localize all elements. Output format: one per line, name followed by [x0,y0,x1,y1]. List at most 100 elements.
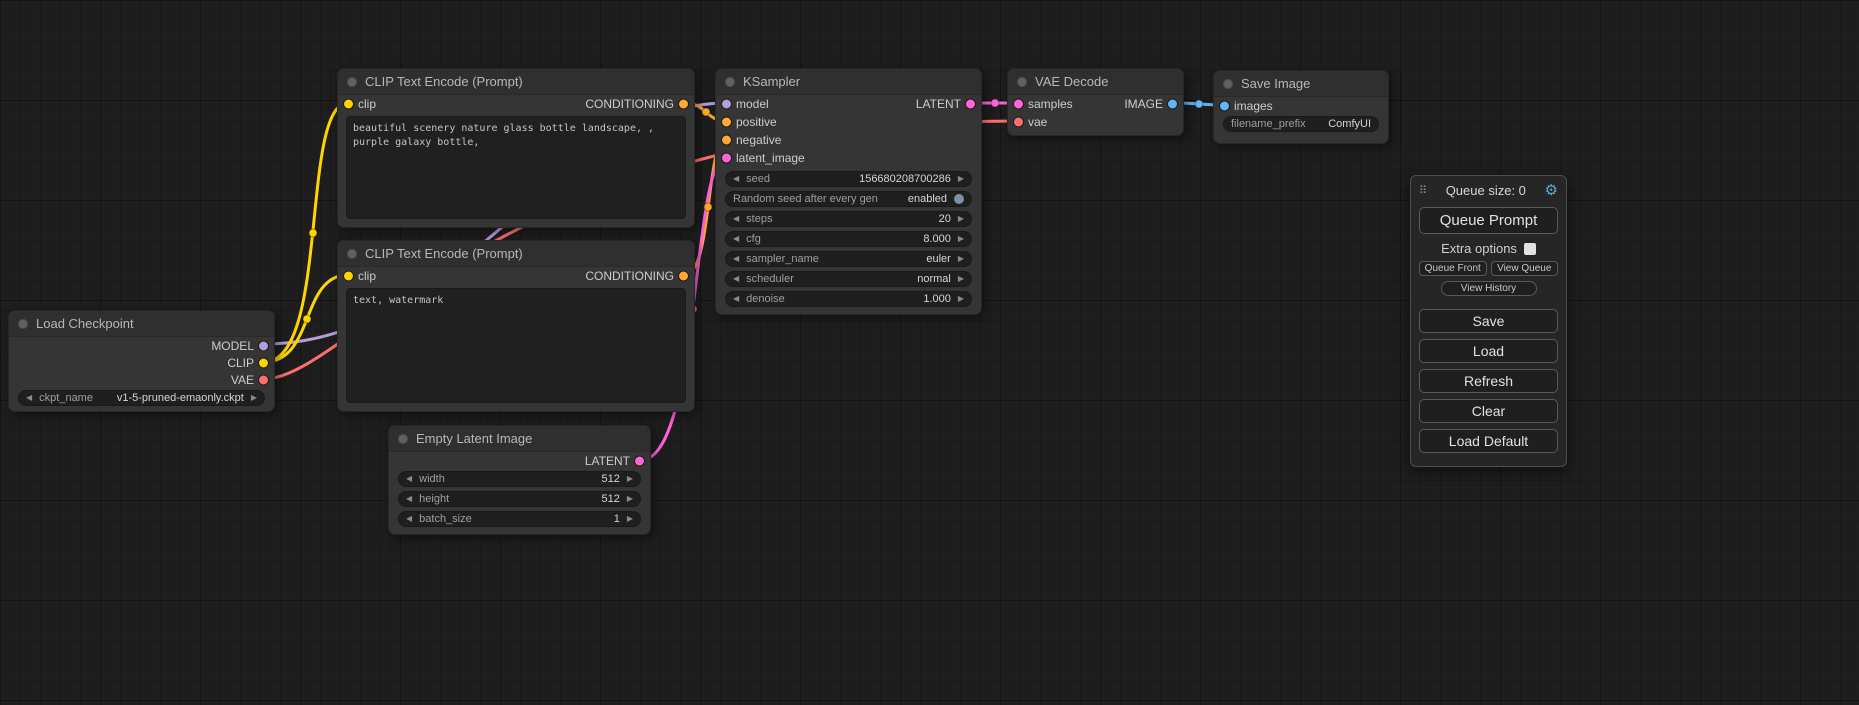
node-load-checkpoint-titlebar[interactable]: Load Checkpoint [9,311,274,337]
decrement-arrow-icon[interactable]: ◀ [733,175,739,183]
random-seed-toggle[interactable]: Random seed after every gen enabled [725,191,972,207]
ckpt-name-widget[interactable]: ◀ ckpt_name v1-5-pruned-emaonly.ckpt ▶ [18,390,265,406]
collapse-dot[interactable] [1223,79,1233,89]
widget-label: filename_prefix [1231,118,1306,130]
node-clip-negative-titlebar[interactable]: CLIP Text Encode (Prompt) [338,241,694,267]
steps-widget[interactable]: ◀ steps 20 ▶ [725,211,972,227]
scheduler-widget[interactable]: ◀ scheduler normal ▶ [725,271,972,287]
vae-input-port[interactable] [1014,118,1023,127]
decrement-arrow-icon[interactable]: ◀ [406,515,412,523]
collapse-dot[interactable] [347,77,357,87]
slot-row-clip-conditioning: clip CONDITIONING [338,95,694,112]
images-input-port[interactable] [1220,101,1229,110]
gear-icon[interactable]: ⚙ [1545,181,1558,199]
node-save-image[interactable]: Save Image images filename_prefix ComfyU… [1213,70,1389,144]
widget-label: scheduler [746,273,794,285]
increment-arrow-icon[interactable]: ▶ [958,255,964,263]
widget-value: normal [917,273,951,285]
view-history-button[interactable]: View History [1441,281,1537,296]
node-empty-latent-image[interactable]: Empty Latent Image LATENT ◀ width 512 ▶ … [388,425,651,535]
decrement-arrow-icon[interactable]: ◀ [26,394,32,402]
collapse-dot[interactable] [347,249,357,259]
sampler-name-widget[interactable]: ◀ sampler_name euler ▶ [725,251,972,267]
latent-output-port[interactable] [966,100,975,109]
batch-size-widget[interactable]: ◀ batch_size 1 ▶ [398,511,641,527]
output-slot-clip: CLIP [9,354,274,371]
collapse-dot[interactable] [18,319,28,329]
positive-prompt-textarea[interactable]: beautiful scenery nature glass bottle la… [346,116,686,219]
save-button[interactable]: Save [1419,309,1558,333]
node-save-image-titlebar[interactable]: Save Image [1214,71,1388,97]
cfg-widget[interactable]: ◀ cfg 8.000 ▶ [725,231,972,247]
conditioning-output-port[interactable] [679,271,688,280]
image-output-port[interactable] [1168,100,1177,109]
decrement-arrow-icon[interactable]: ◀ [733,215,739,223]
height-widget[interactable]: ◀ height 512 ▶ [398,491,641,507]
input-slot-images: images [1214,97,1388,114]
increment-arrow-icon[interactable]: ▶ [958,295,964,303]
collapse-dot[interactable] [725,77,735,87]
node-graph-canvas[interactable]: Load Checkpoint MODEL CLIP VAE ◀ ckpt_na… [0,0,1859,705]
drag-handle-icon[interactable]: ⠿ [1419,184,1427,197]
widget-label: height [419,493,449,505]
latent-output-port[interactable] [635,456,644,465]
node-ksampler-titlebar[interactable]: KSampler [716,69,981,95]
decrement-arrow-icon[interactable]: ◀ [733,295,739,303]
load-default-button[interactable]: Load Default [1419,429,1558,453]
node-clip-text-encode-positive[interactable]: CLIP Text Encode (Prompt) clip CONDITION… [337,68,695,228]
collapse-dot[interactable] [1017,77,1027,87]
widget-value: 1.000 [923,293,951,305]
view-queue-button[interactable]: View Queue [1491,261,1559,276]
collapse-dot[interactable] [398,434,408,444]
increment-arrow-icon[interactable]: ▶ [958,215,964,223]
increment-arrow-icon[interactable]: ▶ [958,235,964,243]
increment-arrow-icon[interactable]: ▶ [251,394,257,402]
decrement-arrow-icon[interactable]: ◀ [733,275,739,283]
latent-image-input-port[interactable] [722,154,731,163]
model-output-port[interactable] [259,341,268,350]
widget-label: width [419,473,445,485]
node-vae-decode[interactable]: VAE Decode samples IMAGE vae [1007,68,1184,136]
toggle-knob[interactable] [954,194,964,204]
queue-small-buttons-row: Queue Front View Queue [1419,261,1558,276]
node-clip-text-encode-negative[interactable]: CLIP Text Encode (Prompt) clip CONDITION… [337,240,695,412]
clip-input-port[interactable] [344,99,353,108]
negative-input-port[interactable] [722,136,731,145]
wire-midpoint-dot [1195,100,1203,108]
increment-arrow-icon[interactable]: ▶ [627,495,633,503]
queue-prompt-button[interactable]: Queue Prompt [1419,207,1558,234]
node-vae-decode-titlebar[interactable]: VAE Decode [1008,69,1183,95]
negative-prompt-textarea[interactable]: text, watermark [346,288,686,403]
denoise-widget[interactable]: ◀ denoise 1.000 ▶ [725,291,972,307]
slot-label-images: images [1234,99,1273,113]
decrement-arrow-icon[interactable]: ◀ [406,475,412,483]
width-widget[interactable]: ◀ width 512 ▶ [398,471,641,487]
vae-output-port[interactable] [259,375,268,384]
refresh-button[interactable]: Refresh [1419,369,1558,393]
clip-output-port[interactable] [259,358,268,367]
decrement-arrow-icon[interactable]: ◀ [733,255,739,263]
queue-front-button[interactable]: Queue Front [1419,261,1487,276]
extra-options-checkbox[interactable] [1524,243,1536,255]
filename-prefix-widget[interactable]: filename_prefix ComfyUI [1223,116,1379,132]
model-input-port[interactable] [722,100,731,109]
wire-midpoint-dot [702,108,710,116]
node-ksampler[interactable]: KSampler model LATENT positive negative … [715,68,982,315]
decrement-arrow-icon[interactable]: ◀ [406,495,412,503]
seed-widget[interactable]: ◀ seed 156680208700286 ▶ [725,171,972,187]
conditioning-output-port[interactable] [679,99,688,108]
positive-input-port[interactable] [722,118,731,127]
increment-arrow-icon[interactable]: ▶ [627,475,633,483]
decrement-arrow-icon[interactable]: ◀ [733,235,739,243]
clear-button[interactable]: Clear [1419,399,1558,423]
node-empty-latent-titlebar[interactable]: Empty Latent Image [389,426,650,452]
increment-arrow-icon[interactable]: ▶ [627,515,633,523]
widget-value: euler [926,253,950,265]
increment-arrow-icon[interactable]: ▶ [958,175,964,183]
node-load-checkpoint[interactable]: Load Checkpoint MODEL CLIP VAE ◀ ckpt_na… [8,310,275,412]
samples-input-port[interactable] [1014,100,1023,109]
node-clip-positive-titlebar[interactable]: CLIP Text Encode (Prompt) [338,69,694,95]
clip-input-port[interactable] [344,271,353,280]
increment-arrow-icon[interactable]: ▶ [958,275,964,283]
load-button[interactable]: Load [1419,339,1558,363]
